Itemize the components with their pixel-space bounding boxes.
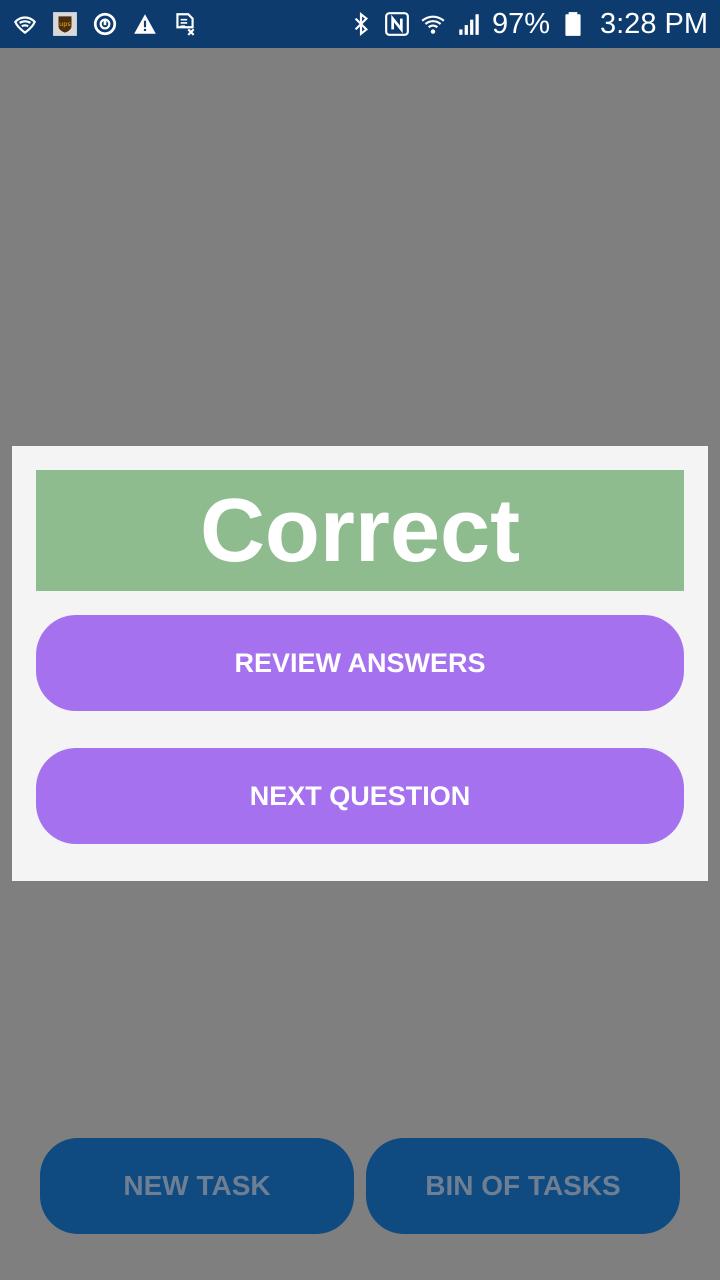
new-task-button[interactable]: NEW TASK (40, 1138, 354, 1234)
next-question-button[interactable]: NEXT QUESTION (36, 748, 684, 844)
wifi-shield-icon (12, 11, 38, 37)
bluetooth-icon (348, 11, 374, 37)
bin-of-tasks-button[interactable]: BIN OF TASKS (366, 1138, 680, 1234)
battery-percent: 97% (491, 7, 550, 40)
ups-app-icon: ups (52, 11, 78, 37)
clock: 3:28 PM (600, 7, 708, 40)
review-answers-button[interactable]: REVIEW ANSWERS (36, 615, 684, 711)
status-left-icons: ups (12, 11, 198, 37)
sync-icon (92, 11, 118, 37)
svg-text:ups: ups (59, 20, 71, 28)
result-text: Correct (199, 480, 521, 581)
battery-icon (560, 11, 586, 37)
status-bar: ups 97% 3:28 PM (0, 0, 720, 48)
signal-icon (456, 11, 482, 37)
result-dialog: Correct REVIEW ANSWERS NEXT QUESTION (12, 446, 708, 881)
status-right-icons: 97% 3:28 PM (348, 8, 708, 41)
wifi-icon (420, 11, 446, 37)
nfc-icon (384, 11, 410, 37)
warning-icon (132, 11, 158, 37)
result-banner: Correct (36, 470, 684, 591)
sim-off-icon (172, 11, 198, 37)
